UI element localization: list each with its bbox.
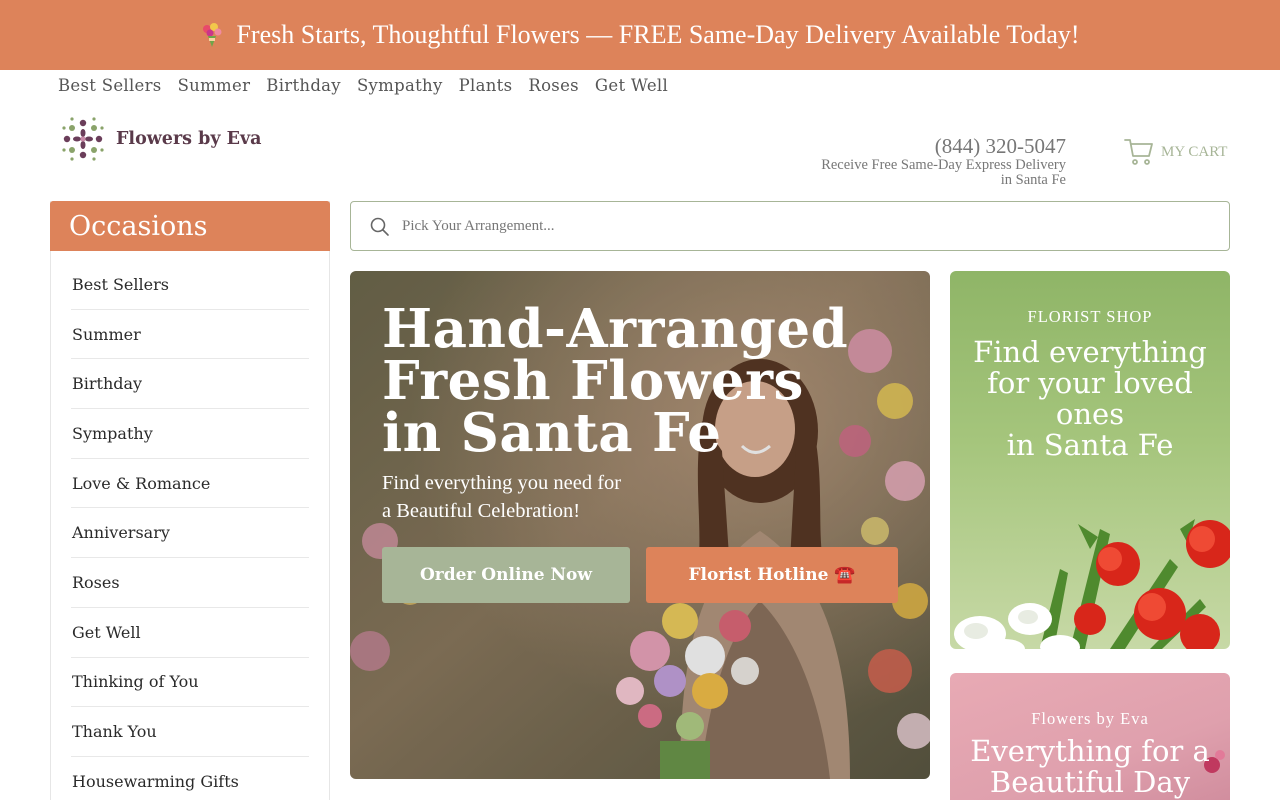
card-eyebrow: Flowers by Eva <box>1031 709 1149 728</box>
sidebar-item-thank-you[interactable]: Thank You <box>71 707 309 757</box>
sidebar-item-love-romance[interactable]: Love & Romance <box>71 459 309 509</box>
topnav-get-well[interactable]: Get Well <box>595 76 668 95</box>
promo-banner: Fresh Starts, Thoughtful Flowers — FREE … <box>0 0 1280 70</box>
sidebar-item-anniversary[interactable]: Anniversary <box>71 508 309 559</box>
sidebar-item-best-sellers[interactable]: Best Sellers <box>71 260 309 310</box>
logo-text: Flowers by Eva <box>116 129 262 149</box>
sidebar-item-sympathy[interactable]: Sympathy <box>71 409 309 459</box>
delivery-tagline-line1: Receive Free Same-Day Express Delivery <box>821 157 1066 173</box>
card-heading: Find everything for your loved ones in S… <box>950 337 1230 461</box>
cart-icon <box>1124 139 1153 165</box>
site-logo[interactable]: Flowers by Eva <box>58 114 261 164</box>
card-heading-line1: Find everything <box>973 335 1207 369</box>
delivery-tagline-line2: in Santa Fe <box>1000 172 1066 188</box>
sidebar-item-housewarming-gifts[interactable]: Housewarming Gifts <box>71 757 309 800</box>
top-navigation: Best Sellers Summer Birthday Sympathy Pl… <box>58 76 668 95</box>
search-icon <box>370 217 389 236</box>
topnav-plants[interactable]: Plants <box>459 76 513 95</box>
sidebar-item-birthday[interactable]: Birthday <box>71 359 309 410</box>
card-heading-line4: in Santa Fe <box>1006 428 1174 462</box>
hero-title-line3: in Santa Fe <box>382 402 722 464</box>
phone-number[interactable]: (844) 320-5047 <box>821 134 1066 158</box>
occasions-list: Best Sellers Summer Birthday Sympathy Lo… <box>51 260 329 800</box>
search-input[interactable] <box>402 217 1162 235</box>
hero-title-line1: Hand-Arranged <box>382 298 849 360</box>
card-heading-line3: ones <box>1055 397 1125 431</box>
hero-title-line2: Fresh Flowers <box>382 350 804 412</box>
florist-shop-card[interactable]: FLORIST SHOP Find everything for your lo… <box>950 271 1230 649</box>
sidebar-item-summer[interactable]: Summer <box>71 310 309 360</box>
occasions-sidebar: Occasions Best Sellers Summer Birthday S… <box>50 201 330 800</box>
topnav-summer[interactable]: Summer <box>178 76 251 95</box>
sidebar-item-thinking-of-you[interactable]: Thinking of You <box>71 658 309 708</box>
card-eyebrow: FLORIST SHOP <box>1027 307 1153 326</box>
topnav-best-sellers[interactable]: Best Sellers <box>58 76 162 95</box>
hero-subtitle: Find everything you need for a Beautiful… <box>382 469 621 525</box>
order-online-button[interactable]: Order Online Now <box>382 547 630 603</box>
search-bar <box>350 201 1230 251</box>
card-heading-line2: Beautiful Day <box>989 765 1191 799</box>
card-heading: Everything for a Beautiful Day <box>950 736 1230 798</box>
hero-subtitle-line1: Find everything you need for <box>382 472 622 494</box>
header-contact: (844) 320-5047 Receive Free Same-Day Exp… <box>821 134 1066 188</box>
bouquet-icon <box>203 23 222 47</box>
cart-button[interactable]: MY CART <box>1123 136 1227 168</box>
promo-text: Fresh Starts, Thoughtful Flowers — FREE … <box>236 20 1080 49</box>
cart-label: MY CART <box>1161 143 1228 160</box>
card-heading-line1: Everything for a <box>970 734 1210 768</box>
topnav-sympathy[interactable]: Sympathy <box>357 76 443 95</box>
hero-banner: Hand-Arranged Fresh Flowers in Santa Fe … <box>350 271 930 779</box>
flower-logo-icon <box>62 117 104 161</box>
sidebar-title: Occasions <box>50 201 330 251</box>
hero-title: Hand-Arranged Fresh Flowers in Santa Fe <box>382 298 849 464</box>
card-heading-line2: for your loved <box>987 366 1193 400</box>
flowers-by-eva-card[interactable]: Flowers by Eva Everything for a Beautifu… <box>950 673 1230 800</box>
topnav-roses[interactable]: Roses <box>528 76 579 95</box>
red-poppies-image <box>954 519 1230 649</box>
florist-hotline-button[interactable]: Florist Hotline ☎️ <box>646 547 898 603</box>
sidebar-item-roses[interactable]: Roses <box>71 558 309 608</box>
sidebar-item-get-well[interactable]: Get Well <box>71 608 309 658</box>
topnav-birthday[interactable]: Birthday <box>266 76 341 95</box>
hero-subtitle-line2: a Beautiful Celebration! <box>382 500 581 522</box>
